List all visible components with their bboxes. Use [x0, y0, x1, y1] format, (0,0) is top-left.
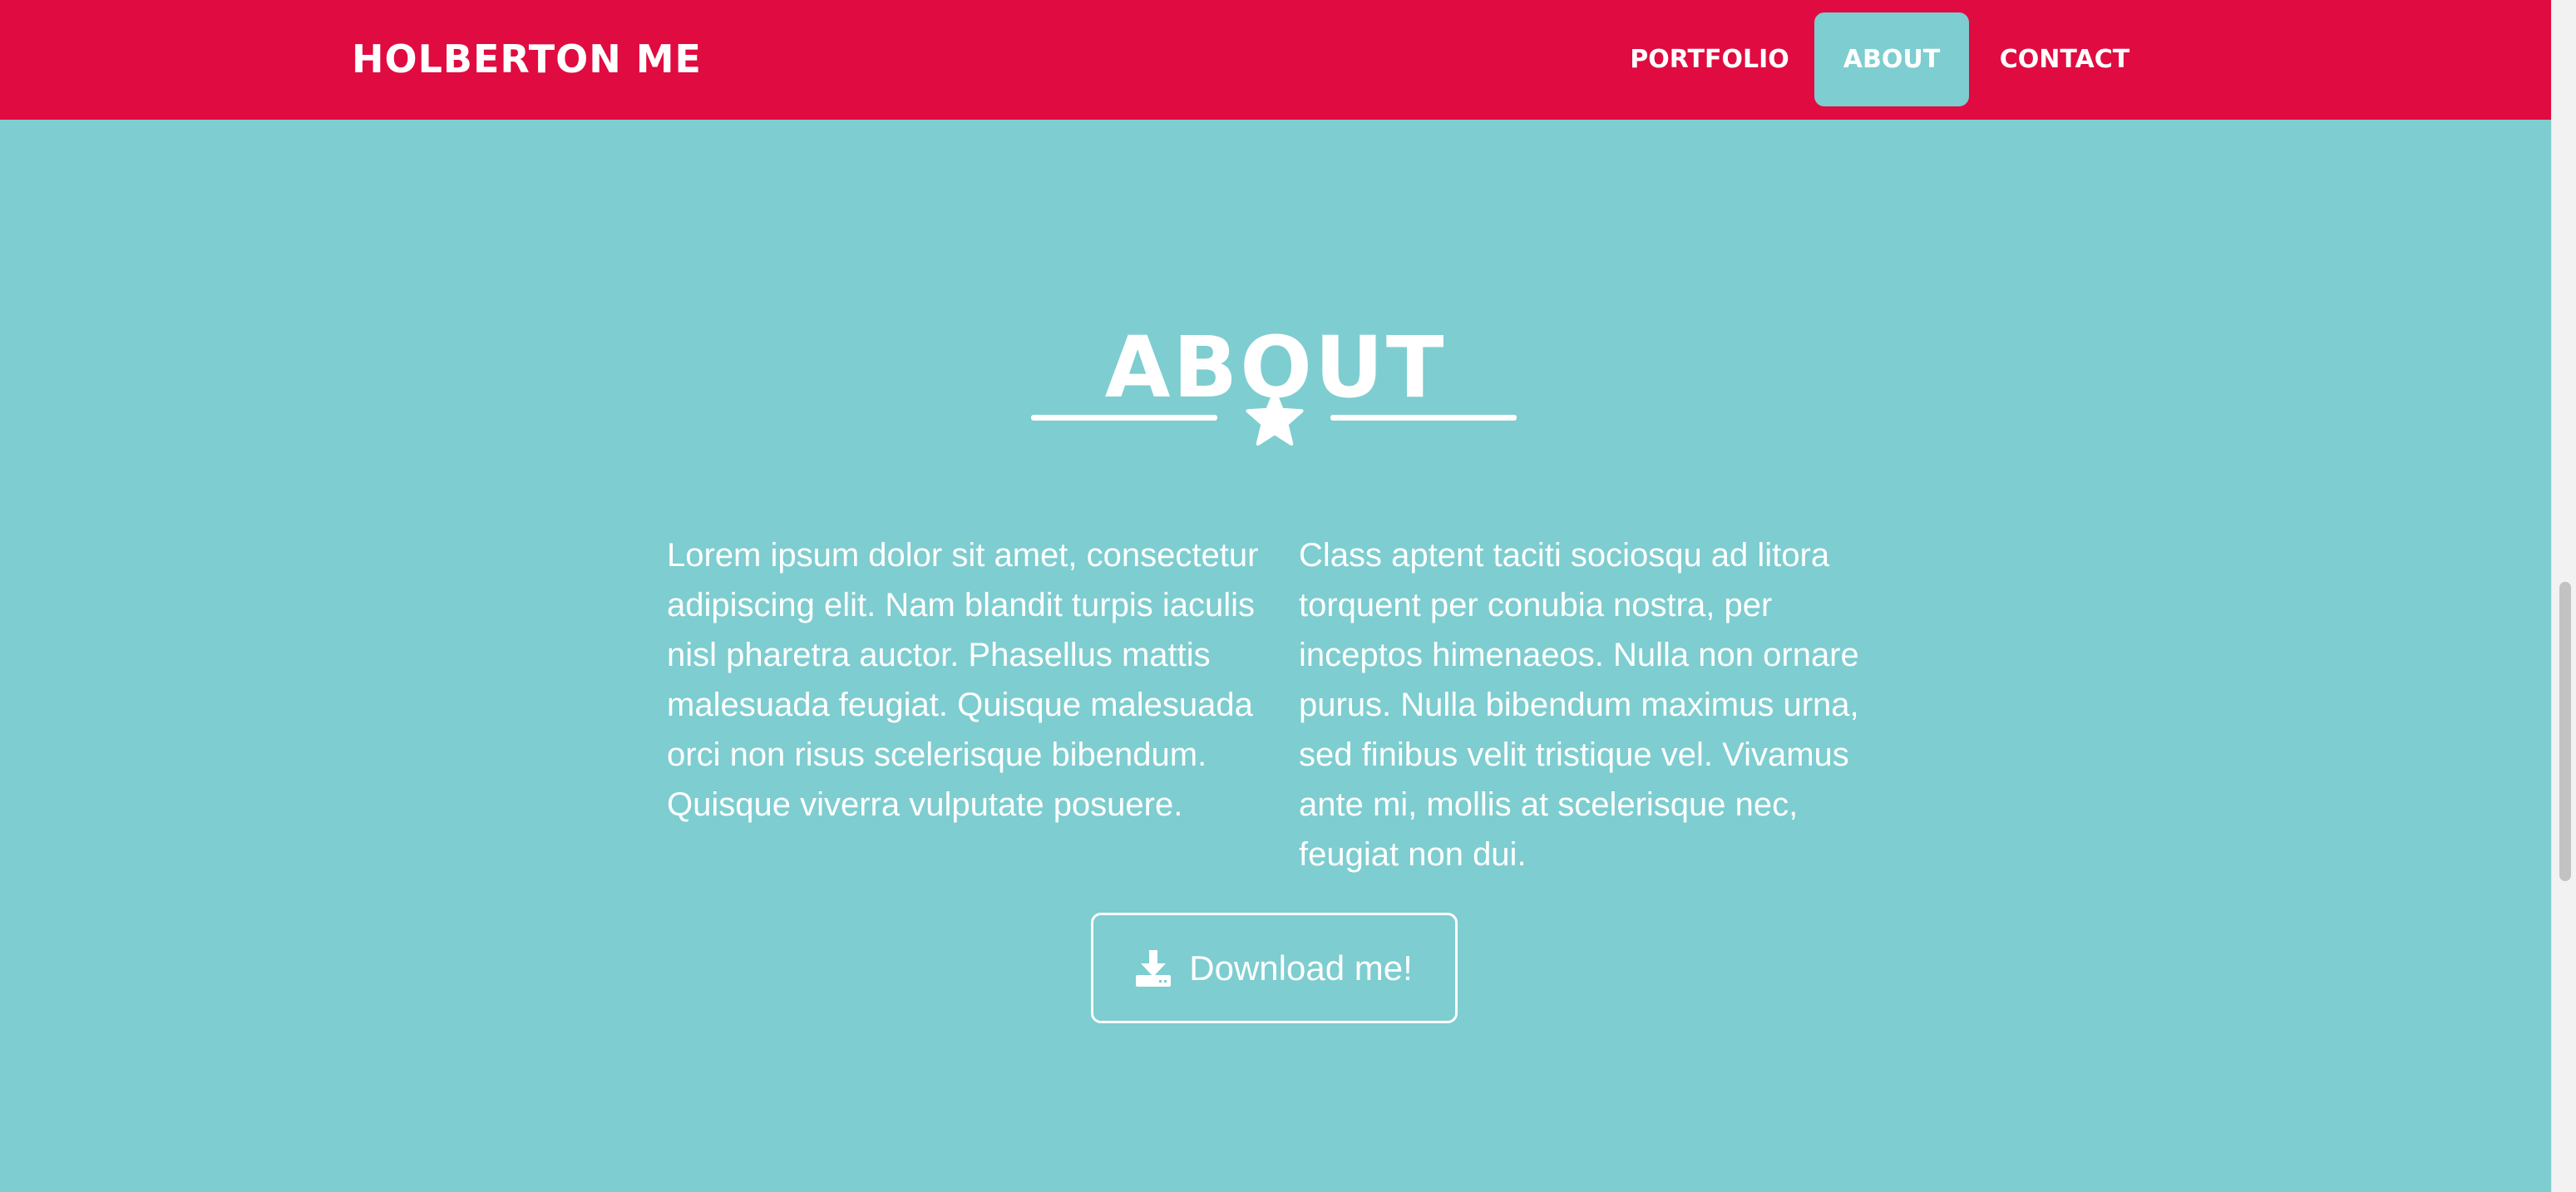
divider-line-right	[1330, 415, 1517, 421]
star-icon	[1246, 390, 1304, 446]
download-button[interactable]: Download me!	[1091, 913, 1458, 1023]
scrollbar-thumb[interactable]	[2559, 582, 2571, 881]
nav-links: PORTFOLIO ABOUT CONTACT	[1613, 12, 2156, 106]
divider-line-left	[1031, 415, 1217, 421]
about-paragraph-left: Lorem ipsum dolor sit amet, consectetur …	[667, 537, 1259, 823]
brand-logo[interactable]: HOLBERTON ME	[352, 32, 702, 86]
about-paragraph-right: Class aptent taciti sociosqu ad litora t…	[1299, 537, 1859, 873]
navbar: HOLBERTON ME PORTFOLIO ABOUT CONTACT	[0, 0, 2551, 120]
download-icon	[1136, 949, 1172, 987]
page: HOLBERTON ME PORTFOLIO ABOUT CONTACT ABO…	[0, 0, 2576, 1192]
download-button-label: Download me!	[1189, 948, 1413, 988]
nav-link-about[interactable]: ABOUT	[1814, 12, 1969, 106]
nav-link-portfolio[interactable]: PORTFOLIO	[1613, 12, 1806, 106]
nav-link-contact[interactable]: CONTACT	[1973, 12, 2156, 106]
